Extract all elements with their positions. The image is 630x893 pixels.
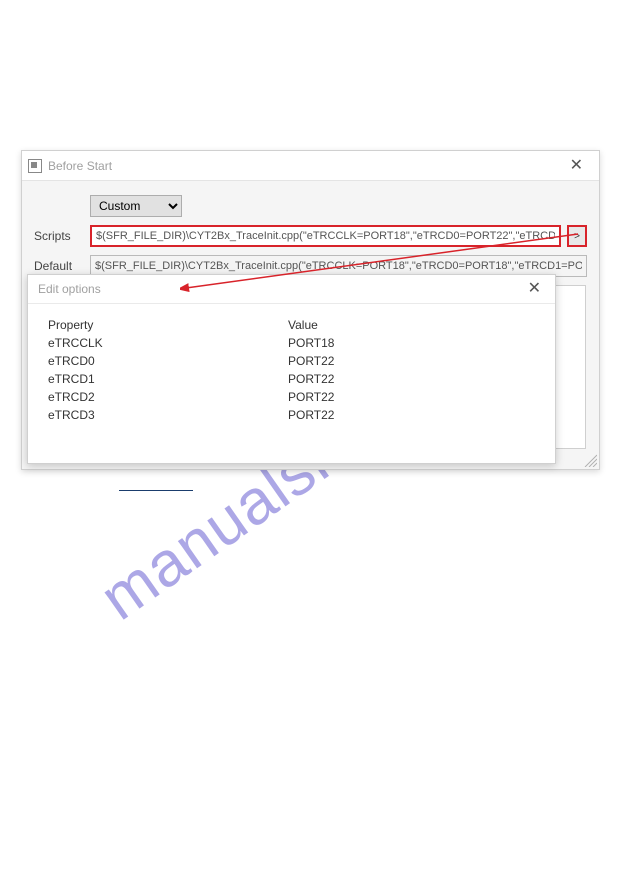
popup-title: Edit options [38, 282, 101, 296]
scripts-input[interactable] [90, 225, 561, 247]
row-value: PORT22 [288, 370, 535, 388]
popup-close-icon[interactable]: ✕ [524, 281, 545, 297]
row-value: PORT22 [288, 388, 535, 406]
default-label: Default [34, 259, 84, 273]
table-row[interactable]: eTRCD2 PORT22 [48, 388, 535, 406]
row-property: eTRCD3 [48, 406, 288, 424]
titlebar: Before Start ✕ [22, 151, 599, 181]
row-property: eTRCD1 [48, 370, 288, 388]
options-header: Property Value [48, 318, 535, 332]
row-value: PORT18 [288, 334, 535, 352]
underline-accent [119, 490, 193, 491]
table-row[interactable]: eTRCD3 PORT22 [48, 406, 535, 424]
table-row[interactable]: eTRCD0 PORT22 [48, 352, 535, 370]
row-property: eTRCD2 [48, 388, 288, 406]
scripts-label: Scripts [34, 229, 84, 243]
window-title: Before Start [48, 159, 112, 173]
row-value: PORT22 [288, 352, 535, 370]
window-icon [28, 159, 42, 173]
expand-button[interactable]: > [567, 225, 587, 247]
close-icon[interactable]: ✕ [562, 154, 591, 178]
table-row[interactable]: eTRCD1 PORT22 [48, 370, 535, 388]
header-value: Value [288, 318, 535, 332]
table-row[interactable]: eTRCCLK PORT18 [48, 334, 535, 352]
header-property: Property [48, 318, 288, 332]
resize-grip-icon[interactable] [583, 453, 597, 467]
row-property: eTRCD0 [48, 352, 288, 370]
row-property: eTRCCLK [48, 334, 288, 352]
edit-options-popup: Edit options ✕ Property Value eTRCCLK PO… [27, 274, 556, 464]
row-value: PORT22 [288, 406, 535, 424]
mode-select[interactable]: Custom [90, 195, 182, 217]
